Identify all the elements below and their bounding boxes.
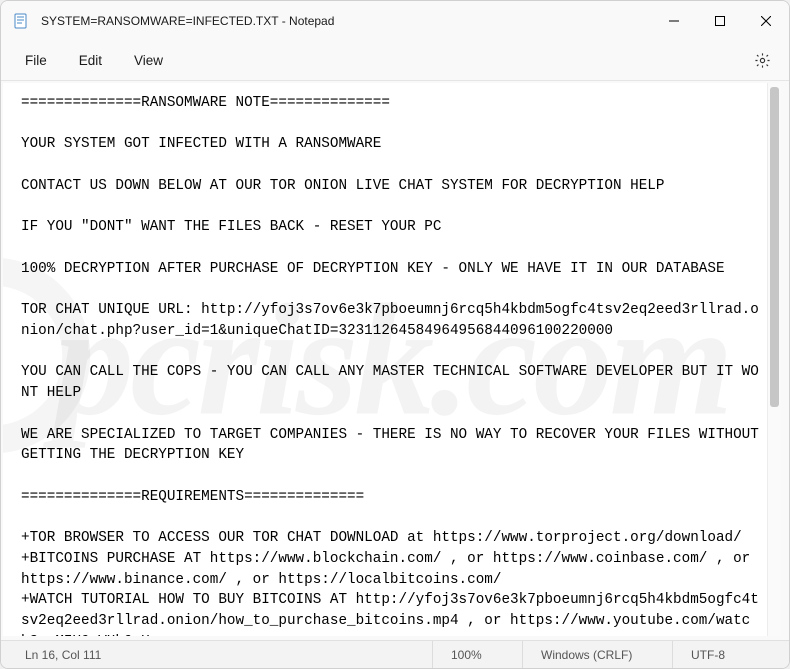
window-controls xyxy=(651,1,789,40)
titlebar[interactable]: SYSTEM=RANSOMWARE=INFECTED.TXT - Notepad xyxy=(1,1,789,41)
notepad-window: SYSTEM=RANSOMWARE=INFECTED.TXT - Notepad… xyxy=(0,0,790,669)
menu-view[interactable]: View xyxy=(118,47,179,74)
menubar: File Edit View xyxy=(1,41,789,81)
status-cursor-position: Ln 16, Col 111 xyxy=(7,641,433,668)
vertical-scrollbar[interactable] xyxy=(767,83,781,636)
text-editor[interactable]: ==============RANSOMWARE NOTE===========… xyxy=(3,83,767,636)
menu-file[interactable]: File xyxy=(9,47,63,74)
notepad-app-icon xyxy=(13,13,29,29)
settings-button[interactable] xyxy=(744,46,781,75)
close-button[interactable] xyxy=(743,1,789,40)
editor-area: pcrisk.com ==============RANSOMWARE NOTE… xyxy=(3,83,781,636)
menu-edit[interactable]: Edit xyxy=(63,47,118,74)
minimize-button[interactable] xyxy=(651,1,697,40)
scroll-thumb[interactable] xyxy=(770,87,779,407)
statusbar: Ln 16, Col 111 100% Windows (CRLF) UTF-8 xyxy=(1,640,789,668)
window-title: SYSTEM=RANSOMWARE=INFECTED.TXT - Notepad xyxy=(41,14,651,28)
status-line-ending: Windows (CRLF) xyxy=(523,641,673,668)
status-zoom[interactable]: 100% xyxy=(433,641,523,668)
status-encoding: UTF-8 xyxy=(673,641,783,668)
maximize-button[interactable] xyxy=(697,1,743,40)
